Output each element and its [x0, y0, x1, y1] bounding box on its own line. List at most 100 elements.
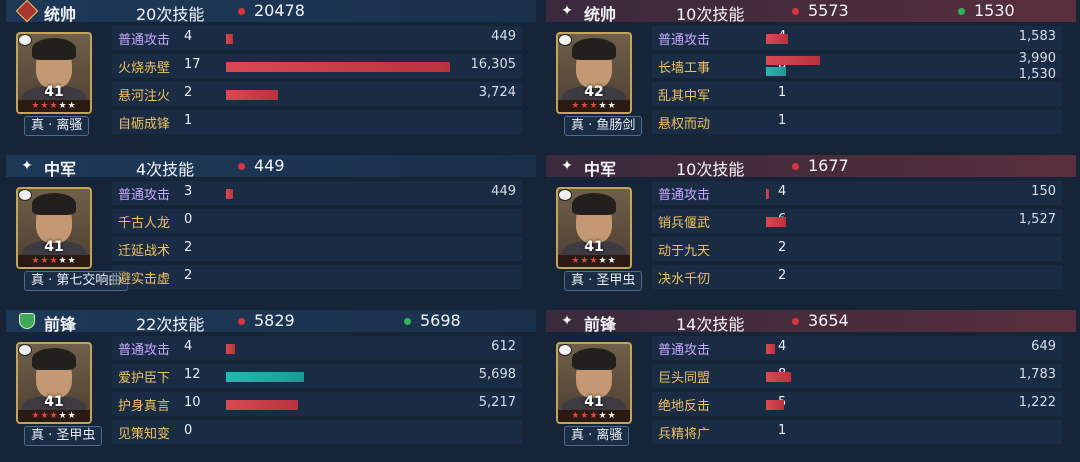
heal-dot-icon [404, 318, 411, 325]
skill-name: 普通攻击 [118, 188, 171, 203]
skill-count-label: 14次技能 [676, 315, 745, 334]
total-heal: 1530 [974, 1, 1015, 20]
treasure-tag[interactable]: 真 · 离骚 [564, 426, 630, 446]
skill-row[interactable]: 避实击虚 2 [112, 265, 522, 289]
skill-row[interactable]: 兵精将广 1 [652, 420, 1062, 444]
skill-name: 普通攻击 [118, 343, 171, 358]
skill-count-label: 20次技能 [136, 5, 205, 24]
general-level: 41 [44, 84, 64, 100]
skill-cast-count: 1 [778, 423, 787, 438]
total-heal: 5698 [420, 311, 461, 330]
skill-cast-count: 4 [778, 184, 787, 199]
skill-row[interactable]: 自砺成锋 1 [112, 110, 522, 134]
skill-row[interactable]: 绝地反击51,222 [652, 392, 1062, 416]
damage-bar [226, 62, 450, 72]
diamond-icon [15, 0, 39, 23]
role-label: 中军 [44, 160, 77, 179]
skill-row[interactable]: 护身真言 10 5,217 [112, 392, 522, 416]
skill-row[interactable]: 普通攻击 3 449 [112, 181, 522, 205]
skill-row[interactable]: 迁延战术 2 [112, 237, 522, 261]
skill-cast-count: 1 [184, 113, 193, 128]
skill-value: 1,222 [1018, 395, 1056, 410]
skill-cast-count: 2 [184, 85, 193, 100]
panel-header: 统帅 20次技能 20478 [6, 0, 536, 24]
damage-dot-icon [792, 163, 799, 170]
damage-dot-icon [238, 318, 245, 325]
skill-cast-count: 4 [184, 29, 193, 44]
spark-icon: ✦ [21, 158, 33, 174]
skill-name: 悬河注火 [118, 89, 171, 104]
skill-row[interactable]: 火烧赤壁 17 16,305 [112, 54, 522, 78]
damage-bar [766, 372, 791, 382]
skill-row[interactable]: 乱其中军 1 [652, 82, 1062, 106]
skill-row[interactable]: 销兵偃武61,527 [652, 209, 1062, 233]
skill-row[interactable]: 动于九天 2 [652, 237, 1062, 261]
damage-dot-icon [792, 8, 799, 15]
skill-row[interactable]: 普通攻击 4 649 [652, 336, 1062, 360]
general-level: 42 [584, 84, 604, 100]
skill-name: 避实击虚 [118, 272, 171, 287]
skill-row[interactable]: 爱护臣下 12 5,698 [112, 364, 522, 388]
damage-bar [226, 400, 298, 410]
portrait-hair [32, 193, 76, 215]
total-damage: 1677 [808, 156, 849, 175]
treasure-tag[interactable]: 真 · 圣甲虫 [24, 426, 103, 446]
skill-row[interactable]: 普通攻击 4 150 [652, 181, 1062, 205]
skill-row[interactable]: 长墙工事83,9901,530 [652, 51, 1062, 82]
skill-value: 3,990 [1018, 51, 1056, 66]
skill-value: 449 [491, 184, 516, 199]
treasure-tag[interactable]: 真 · 鱼肠剑 [564, 116, 643, 136]
skill-value: 1,527 [1018, 212, 1056, 227]
skill-cast-count: 17 [184, 57, 201, 72]
general-panel[interactable]: ✦ 中军 10次技能 1677 41★★★★★ 真 · 圣甲虫 普通攻击 4 150 销兵偃武61… [546, 155, 1076, 307]
general-panel[interactable]: 统帅 20次技能 20478 41 ★★★★★ 真 · 离骚 普通攻击 4 449 火烧赤壁 17 1… [6, 0, 536, 152]
skill-name: 普通攻击 [118, 33, 171, 48]
skill-name: 绝地反击 [658, 399, 711, 414]
general-panel[interactable]: ✦ 中军 4次技能 449 41 ★★★★★ 真 · 第七交响曲 普通攻击 3 449 千古人龙 0 迁… [6, 155, 536, 307]
heal-bar [766, 67, 787, 76]
panel-header: ✦ 前锋 14次技能 3654 [546, 310, 1076, 334]
skill-row[interactable]: 决水千仞 2 [652, 265, 1062, 289]
treasure-tag[interactable]: 真 · 离骚 [24, 116, 90, 136]
damage-dot-icon [238, 163, 245, 170]
skill-row[interactable]: 悬权而动 1 [652, 110, 1062, 134]
role-label: 统帅 [44, 5, 77, 24]
damage-bar [766, 217, 787, 227]
skill-row[interactable]: 普通攻击41,583 [652, 26, 1062, 50]
skill-cast-count: 1 [778, 85, 787, 100]
total-damage: 20478 [254, 1, 305, 20]
general-panel[interactable]: ✦ 前锋 14次技能 3654 41★★★★★ 真 · 离骚 普通攻击 4 649 巨头同盟81,… [546, 310, 1076, 462]
skill-value: 649 [1031, 339, 1056, 354]
star-rating: ★★★★★ [18, 255, 90, 267]
portrait-hair [32, 348, 76, 370]
skill-cast-count: 1 [778, 113, 787, 128]
skill-name: 悬权而动 [658, 117, 711, 132]
skill-row[interactable]: 巨头同盟81,783 [652, 364, 1062, 388]
skill-name: 普通攻击 [658, 188, 711, 203]
panel-header: ✦ 统帅 10次技能 5573 1530 [546, 0, 1076, 24]
skill-name: 决水千仞 [658, 272, 711, 287]
skill-row[interactable]: 普通攻击 4 612 [112, 336, 522, 360]
treasure-tag[interactable]: 真 · 圣甲虫 [564, 271, 643, 291]
skill-cast-count: 2 [184, 240, 193, 255]
skill-row[interactable]: 普通攻击 4 449 [112, 26, 522, 50]
skill-cast-count: 10 [184, 395, 201, 410]
skill-value: 16,305 [470, 57, 517, 72]
general-panel[interactable]: 前锋 22次技能 5829 5698 41 ★★★★★ 真 · 圣甲虫 普通攻击 4 612 爱护臣… [6, 310, 536, 462]
skill-row[interactable]: 见策知变 0 [112, 420, 522, 444]
skill-name: 普通攻击 [658, 343, 711, 358]
portrait-hair [572, 193, 616, 215]
skill-value: 1,783 [1018, 367, 1056, 382]
general-level: 41 [44, 394, 64, 410]
damage-dot-icon [792, 318, 799, 325]
general-panel[interactable]: ✦ 统帅 10次技能 5573 1530 42★★★★★ 真 · 鱼肠剑 普通攻击41,583… [546, 0, 1076, 152]
star-rating: ★★★★★ [18, 100, 90, 112]
skill-row[interactable]: 悬河注火 2 3,724 [112, 82, 522, 106]
skill-row[interactable]: 千古人龙 0 [112, 209, 522, 233]
damage-bar [766, 400, 784, 410]
portrait-hair [572, 38, 616, 60]
skill-cast-count: 0 [184, 423, 193, 438]
skill-value-secondary: 1,530 [1018, 67, 1056, 82]
skill-name: 迁延战术 [118, 244, 171, 259]
role-label: 统帅 [584, 5, 617, 24]
